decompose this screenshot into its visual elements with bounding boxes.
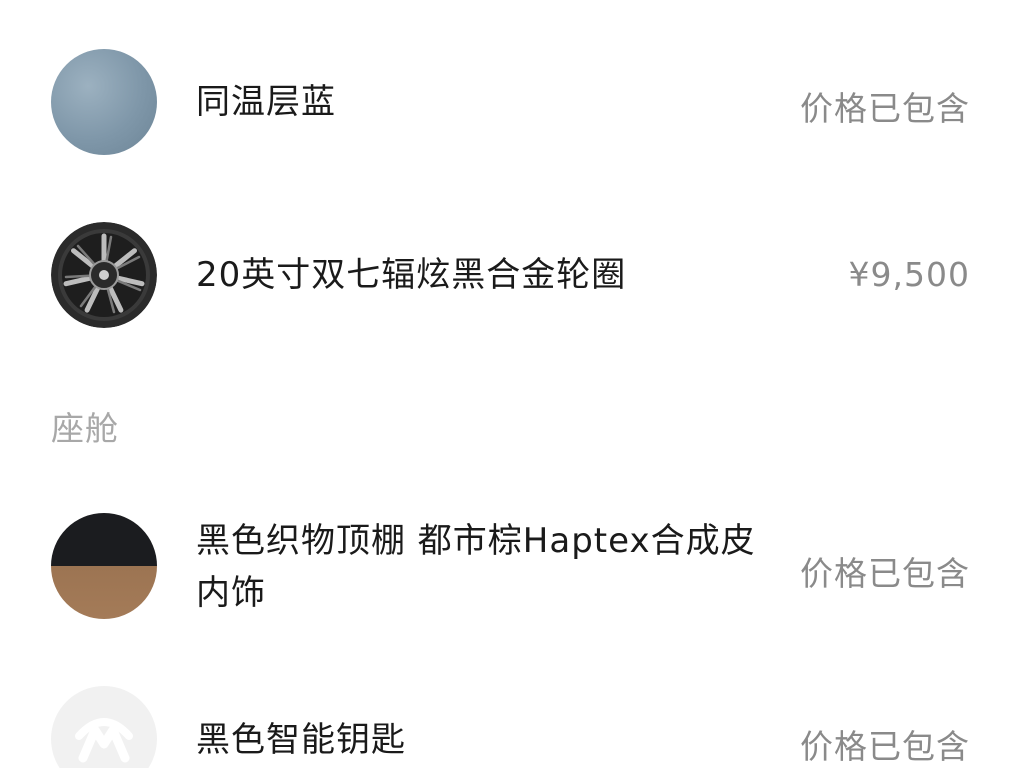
wheel-option-name: 20英寸双七辐炫黑合金轮圈 bbox=[196, 255, 627, 295]
wheel-option-price: ¥9,500 bbox=[848, 255, 970, 294]
paint-swatch-icon bbox=[51, 49, 157, 155]
wheel-icon bbox=[51, 222, 157, 328]
key-option-name: 黑色智能钥匙 bbox=[196, 720, 406, 760]
key-option-price: 价格已包含 bbox=[800, 727, 970, 766]
option-summary-page: 同温层蓝 价格已包含 20英寸双七辐炫黑合金轮圈 ¥9,500 座舱 黑色织物顶… bbox=[0, 0, 1024, 768]
key-icon bbox=[51, 686, 157, 768]
interior-option-name-line2: 内饰 bbox=[196, 573, 266, 613]
section-title-cabin: 座舱 bbox=[51, 409, 119, 448]
interior-option-name-line1: 黑色织物顶棚 都市棕Haptex合成皮 bbox=[196, 521, 756, 561]
interior-option-price: 价格已包含 bbox=[800, 554, 970, 593]
interior-option-name: 黑色织物顶棚 都市棕Haptex合成皮 内饰 bbox=[196, 515, 776, 619]
paint-option-price: 价格已包含 bbox=[800, 89, 970, 128]
paint-option-name: 同温层蓝 bbox=[196, 82, 336, 122]
interior-swatch-icon bbox=[51, 513, 157, 619]
